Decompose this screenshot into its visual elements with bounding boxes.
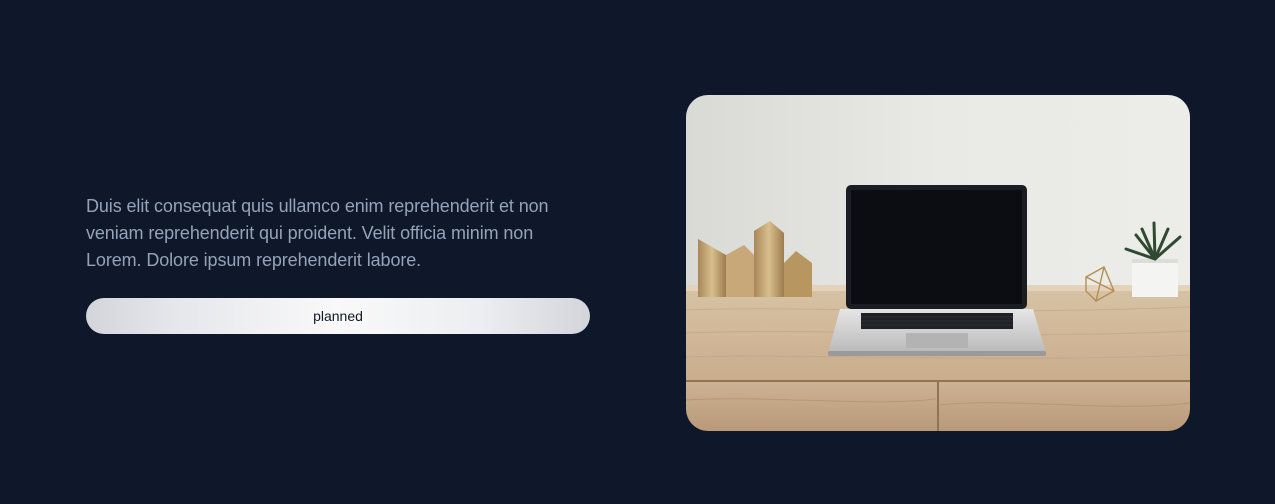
laptop: [828, 185, 1046, 356]
planned-button[interactable]: planned: [86, 298, 590, 334]
laptop-desk-illustration: [686, 95, 1190, 431]
hero-text-block: Duis elit consequat quis ullamco enim re…: [86, 193, 590, 274]
hero-description: Duis elit consequat quis ullamco enim re…: [86, 196, 549, 270]
hero-image: [686, 95, 1190, 431]
page: Duis elit consequat quis ullamco enim re…: [0, 0, 1275, 504]
